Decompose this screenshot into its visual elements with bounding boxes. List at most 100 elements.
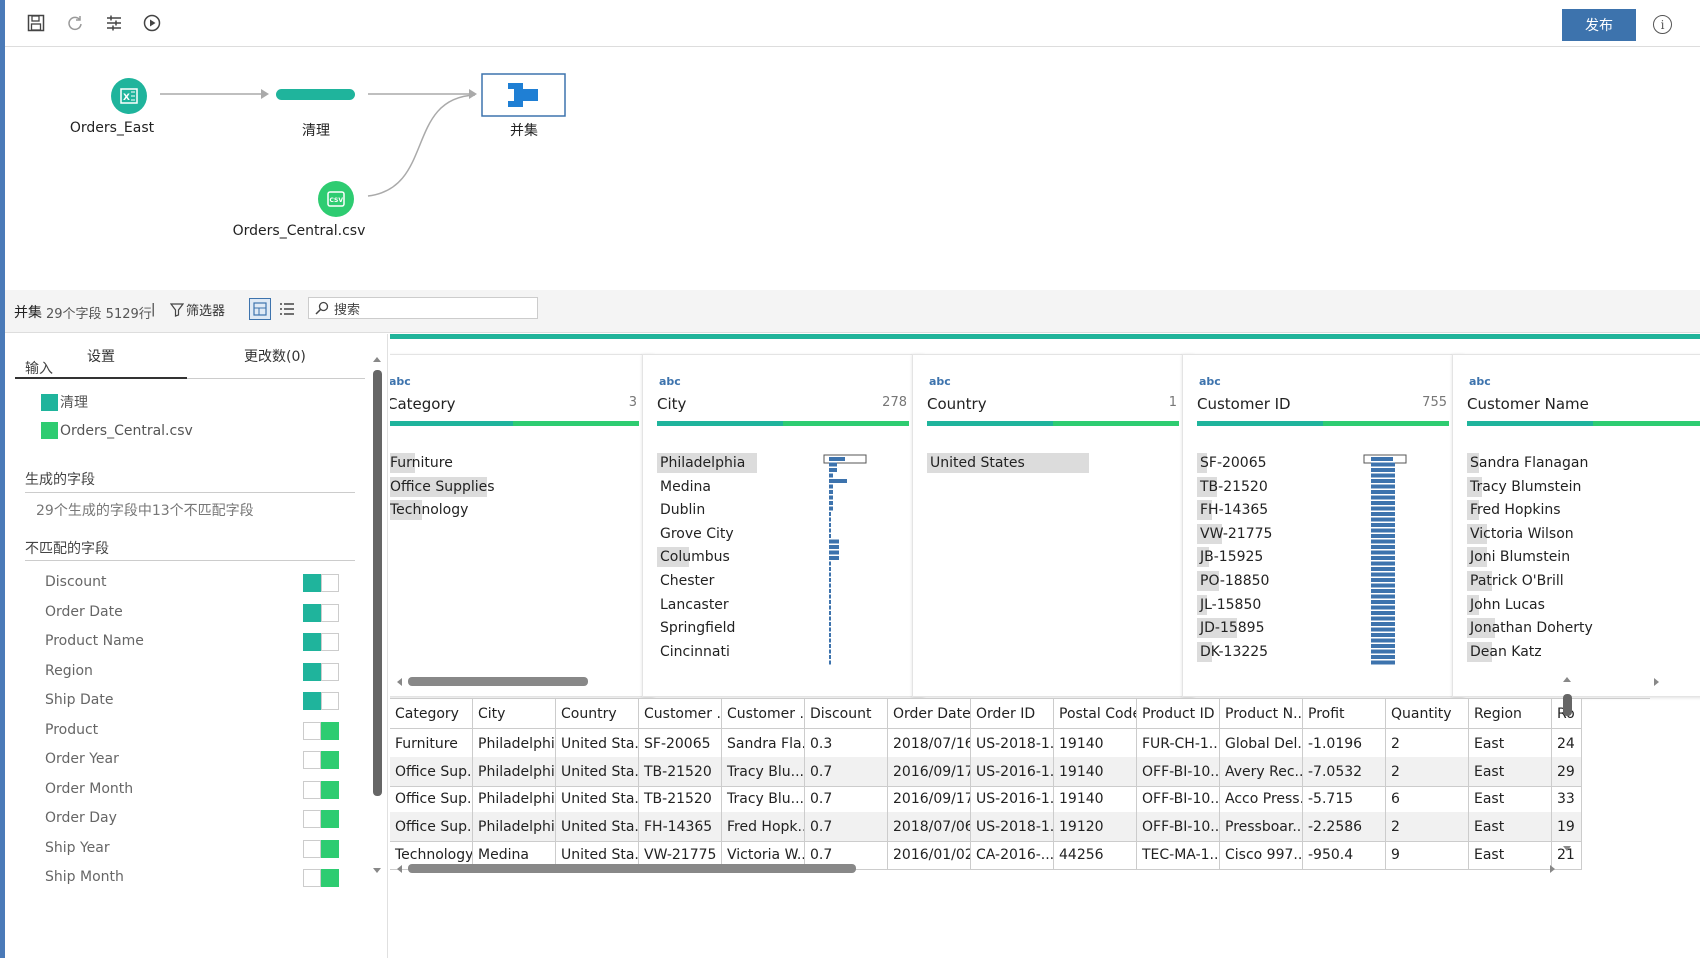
field-value[interactable]: JD-15895 <box>1199 617 1265 639</box>
table-cell[interactable]: 2018/07/16 <box>888 729 971 759</box>
table-row[interactable]: FurniturePhiladelphiaUnited Sta...SF-200… <box>390 729 1582 759</box>
table-row[interactable]: Office Sup...PhiladelphiaUnited Sta...TB… <box>390 784 1582 815</box>
table-cell[interactable]: United Sta... <box>556 784 639 815</box>
field-value[interactable]: Dublin <box>659 499 705 521</box>
column-header[interactable]: Category <box>390 699 473 729</box>
table-cell[interactable]: 2018/07/06 <box>888 812 971 843</box>
table-cell[interactable]: Sandra Fla... <box>722 729 805 759</box>
table-cell[interactable]: Office Sup... <box>390 756 473 787</box>
column-header[interactable]: Product N... <box>1220 699 1303 729</box>
table-cell[interactable]: Office Sup... <box>390 784 473 815</box>
node-label-orders-central[interactable]: Orders_Central.csv <box>233 223 366 239</box>
field-name[interactable]: City <box>657 395 686 413</box>
table-cell[interactable]: 19140 <box>1054 729 1137 759</box>
table-cell[interactable]: United Sta... <box>556 812 639 843</box>
grid-vertical-scrollbar[interactable] <box>1560 674 1574 944</box>
field-value[interactable]: Office Supplies <box>390 476 495 498</box>
cards-horizontal-scrollbar[interactable] <box>396 674 1661 688</box>
table-cell[interactable]: 19140 <box>1054 784 1137 815</box>
column-header[interactable]: Quantity <box>1386 699 1469 729</box>
refresh-icon[interactable] <box>64 12 86 34</box>
field-value[interactable]: Jonathan Doherty <box>1469 617 1593 639</box>
table-cell[interactable]: Furniture <box>390 729 473 759</box>
table-cell[interactable]: Acco Press... <box>1220 784 1303 815</box>
field-value[interactable]: Cincinnati <box>659 641 730 663</box>
table-header[interactable]: Category City Country Customer ... Customer … <box>390 699 1582 729</box>
field-name[interactable]: Category <box>390 395 456 413</box>
table-cell[interactable]: 2 <box>1386 812 1469 843</box>
table-cell[interactable]: 0.7 <box>805 812 888 843</box>
table-cell[interactable]: OFF-BI-10... <box>1137 784 1220 815</box>
field-value[interactable]: Dean Katz <box>1469 641 1542 663</box>
table-cell[interactable]: East <box>1469 756 1552 787</box>
field-value[interactable]: Springfield <box>659 617 735 639</box>
table-cell[interactable]: -2.2586 <box>1303 812 1386 843</box>
grid-view-toggle[interactable] <box>249 298 271 320</box>
column-header[interactable]: Discount <box>805 699 888 729</box>
column-header[interactable]: Product ID <box>1137 699 1220 729</box>
field-value[interactable]: United States <box>929 452 1025 474</box>
column-header[interactable]: Customer ... <box>722 699 805 729</box>
field-value[interactable]: Philadelphia <box>659 452 745 474</box>
column-header[interactable]: Postal Code <box>1054 699 1137 729</box>
table-cell[interactable]: Office Sup... <box>390 812 473 843</box>
table-cell[interactable]: TB-21520 <box>639 756 722 787</box>
table-cell[interactable]: United Sta... <box>556 756 639 787</box>
profile-card-country[interactable]: abc Country 1 United States <box>912 354 1194 697</box>
save-icon[interactable] <box>25 12 47 34</box>
node-label-clean[interactable]: 清理 <box>302 120 330 140</box>
table-cell[interactable]: United Sta... <box>556 729 639 759</box>
table-cell[interactable]: 2 <box>1386 756 1469 787</box>
field-value[interactable]: Sandra Flanagan <box>1469 452 1588 474</box>
table-cell[interactable]: East <box>1469 729 1552 759</box>
filter-button[interactable]: 筛选器 <box>170 300 225 319</box>
table-cell[interactable]: US-2018-1... <box>971 812 1054 843</box>
table-cell[interactable]: FH-14365 <box>639 812 722 843</box>
field-value[interactable]: Medina <box>659 476 711 498</box>
column-header[interactable]: Order Date <box>888 699 971 729</box>
table-cell[interactable]: Pressboar... <box>1220 812 1303 843</box>
table-cell[interactable]: OFF-BI-10... <box>1137 756 1220 787</box>
node-label-union[interactable]: 并集 <box>510 120 538 140</box>
field-value[interactable]: Columbus <box>659 546 730 568</box>
field-value[interactable]: JL-15850 <box>1199 594 1261 616</box>
column-header[interactable]: Customer ... <box>639 699 722 729</box>
field-value[interactable]: John Lucas <box>1469 594 1545 616</box>
table-cell[interactable]: 19120 <box>1054 812 1137 843</box>
info-icon[interactable]: i <box>1653 15 1672 34</box>
field-value[interactable]: DK-13225 <box>1199 641 1268 663</box>
tab-changes[interactable]: 更改数(0) <box>244 346 306 366</box>
node-label-orders-east[interactable]: Orders_East <box>70 120 154 136</box>
table-cell[interactable]: 0.7 <box>805 756 888 787</box>
field-value[interactable]: Patrick O'Brill <box>1469 570 1564 592</box>
field-value[interactable]: JB-15925 <box>1199 546 1263 568</box>
table-cell[interactable]: Avery Rec... <box>1220 756 1303 787</box>
table-cell[interactable]: Philadelphia <box>473 812 556 843</box>
column-header[interactable]: Region <box>1469 699 1552 729</box>
table-cell[interactable]: East <box>1469 784 1552 815</box>
table-cell[interactable]: Fred Hopk... <box>722 812 805 843</box>
table-cell[interactable]: FUR-CH-1... <box>1137 729 1220 759</box>
field-value[interactable]: SF-20065 <box>1199 452 1267 474</box>
field-name[interactable]: Customer ID <box>1197 395 1291 413</box>
table-cell[interactable]: Philadelphia <box>473 729 556 759</box>
profile-card-customer-id[interactable]: abc Customer ID 755 SF-20065 TB-21520 FH-1436… <box>1182 354 1464 697</box>
table-cell[interactable]: -7.0532 <box>1303 756 1386 787</box>
table-cell[interactable]: 6 <box>1386 784 1469 815</box>
table-cell[interactable]: US-2016-1... <box>971 756 1054 787</box>
field-value[interactable]: Fred Hopkins <box>1469 499 1561 521</box>
table-cell[interactable]: -5.715 <box>1303 784 1386 815</box>
profile-card-customer-name[interactable]: abc Customer Name Sandra Flanagan Tracy Blu… <box>1452 354 1700 697</box>
table-cell[interactable]: Tracy Blu... <box>722 756 805 787</box>
table-cell[interactable]: 19140 <box>1054 756 1137 787</box>
field-name[interactable]: Country <box>927 395 987 413</box>
field-value[interactable]: VW-21775 <box>1199 523 1272 545</box>
table-row[interactable]: Office Sup...PhiladelphiaUnited Sta...FH… <box>390 812 1582 843</box>
table-cell[interactable]: 2016/09/17 <box>888 784 971 815</box>
publish-button[interactable]: 发布 <box>1562 9 1636 41</box>
run-icon[interactable] <box>141 12 163 34</box>
profile-card-city[interactable]: abc City 278 Philadelphia Medina Dublin Grove … <box>642 354 924 697</box>
field-value[interactable]: PO-18850 <box>1199 570 1269 592</box>
settings-sliders-icon[interactable] <box>103 12 125 34</box>
column-header[interactable]: Country <box>556 699 639 729</box>
